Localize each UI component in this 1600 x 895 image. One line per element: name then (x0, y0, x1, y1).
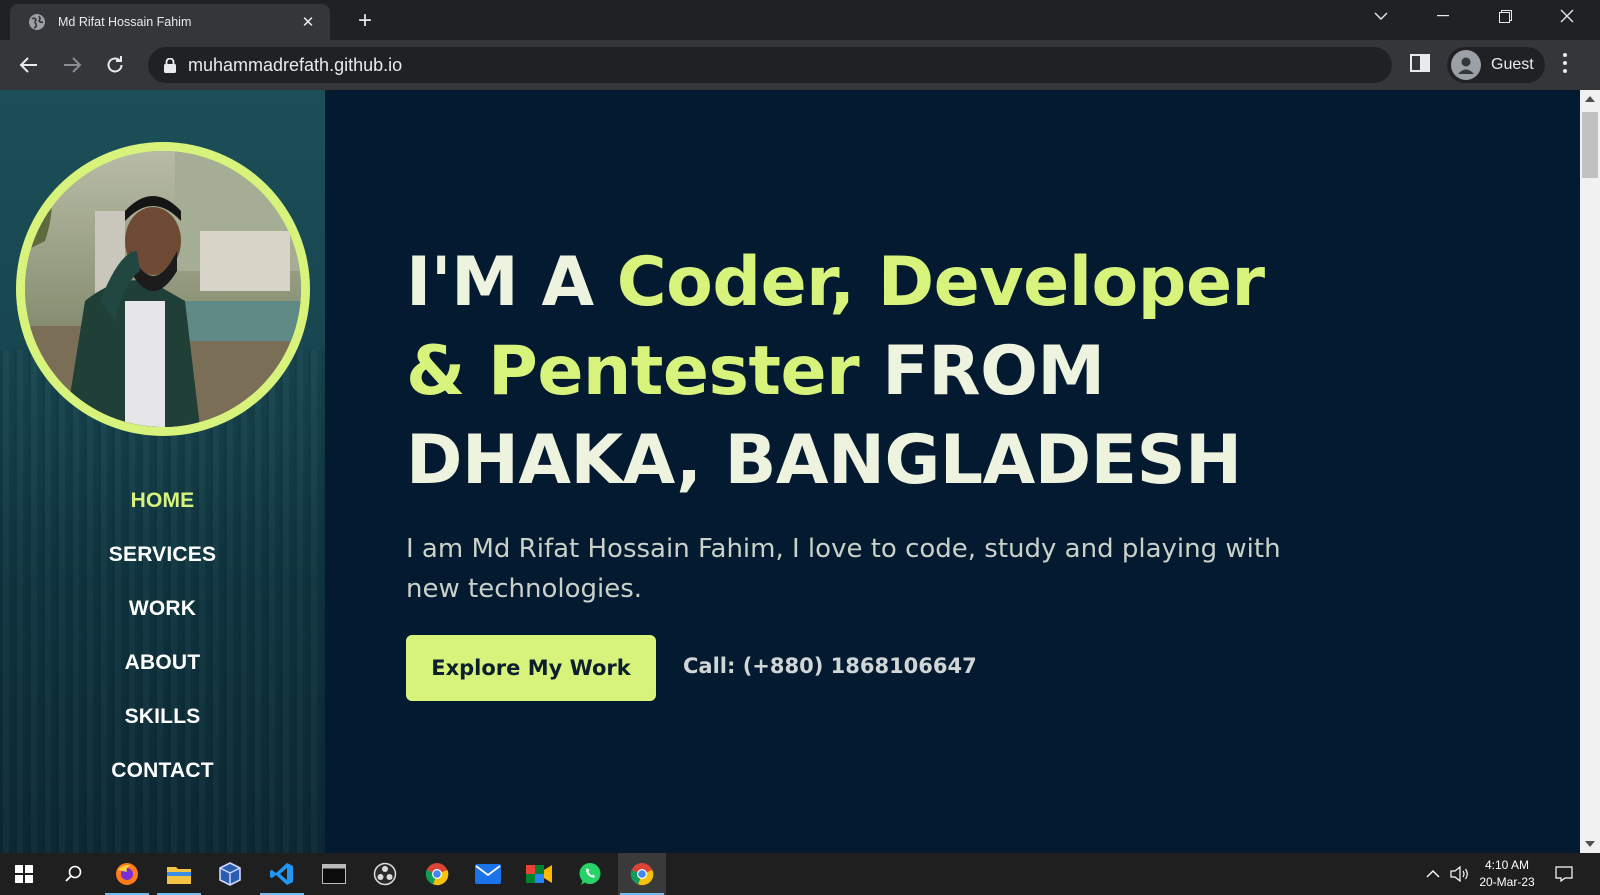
notifications-icon[interactable] (1555, 853, 1573, 895)
url-text: muhammadrefath.github.io (188, 54, 403, 75)
close-tab-icon[interactable]: ✕ (298, 13, 318, 31)
mail-icon[interactable] (464, 853, 512, 895)
browser-tab-strip: Md Rifat Hossain Fahim ✕ + (0, 0, 1600, 40)
restore-icon[interactable] (1482, 0, 1528, 32)
headline-intro: I'M A (406, 243, 617, 322)
forward-icon[interactable] (57, 50, 87, 80)
explore-work-button[interactable]: Explore My Work (406, 635, 656, 701)
chrome-active-icon[interactable] (618, 853, 666, 895)
nav-services[interactable]: SERVICES (0, 539, 325, 593)
terminal-icon[interactable] (310, 853, 358, 895)
search-icon[interactable] (50, 853, 98, 895)
nav-work[interactable]: WORK (0, 593, 325, 647)
web-page: HOME SERVICES WORK ABOUT SKILLS CONTACT … (0, 90, 1580, 853)
nav-contact[interactable]: CONTACT (0, 755, 325, 809)
page-scrollbar[interactable] (1580, 90, 1600, 853)
hero-subtitle: I am Md Rifat Hossain Fahim, I love to c… (406, 534, 1281, 604)
browser-toolbar: muhammadrefath.github.io Guest (0, 40, 1600, 90)
tab-title: Md Rifat Hossain Fahim (58, 15, 192, 29)
sidebar-nav: HOME SERVICES WORK ABOUT SKILLS CONTACT (0, 485, 325, 809)
more-menu-icon[interactable] (1562, 52, 1568, 79)
whatsapp-icon[interactable] (566, 853, 614, 895)
close-window-icon[interactable] (1544, 0, 1590, 32)
file-explorer-icon[interactable] (155, 853, 203, 895)
start-menu-icon[interactable] (0, 853, 48, 895)
nav-about[interactable]: ABOUT (0, 647, 325, 701)
system-clock[interactable]: 4:10 AM 20-Mar-23 (1472, 857, 1542, 891)
clock-time: 4:10 AM (1484, 858, 1530, 872)
nav-home[interactable]: HOME (0, 485, 325, 539)
profile-name: Guest (1491, 56, 1534, 73)
nav-skills[interactable]: SKILLS (0, 701, 325, 755)
hero-actions: Explore My Work Call: (+880) 1868106647 (406, 635, 977, 701)
new-tab-button[interactable]: + (350, 6, 380, 36)
obs-icon[interactable] (361, 853, 409, 895)
scroll-down-icon[interactable] (1585, 841, 1595, 847)
phone-number[interactable]: Call: (+880) 1868106647 (683, 654, 977, 678)
clock-date: 20-Mar-23 (1479, 875, 1535, 889)
sidebar: HOME SERVICES WORK ABOUT SKILLS CONTACT (0, 90, 325, 853)
hero-section: I'M A Coder, Developer & Pentester FROM … (406, 238, 1326, 609)
back-icon[interactable] (14, 50, 44, 80)
minimize-icon[interactable] (1420, 0, 1466, 32)
tab-search-icon[interactable] (1358, 0, 1404, 32)
show-hidden-icons-icon[interactable] (1426, 853, 1440, 895)
guest-avatar-icon (1451, 50, 1481, 80)
meet-icon[interactable] (515, 853, 563, 895)
profile-photo (25, 151, 301, 427)
globe-icon (29, 14, 45, 30)
windows-taskbar: 4:10 AM 20-Mar-23 (0, 853, 1600, 895)
scroll-thumb[interactable] (1582, 112, 1598, 178)
browser-tab[interactable]: Md Rifat Hossain Fahim ✕ (10, 4, 330, 40)
profile-button[interactable]: Guest (1447, 47, 1545, 83)
chrome-icon[interactable] (413, 853, 461, 895)
volume-icon[interactable] (1450, 853, 1470, 895)
lock-icon (164, 57, 176, 73)
profile-photo-frame (16, 142, 310, 436)
vscode-icon[interactable] (258, 853, 306, 895)
firefox-icon[interactable] (103, 853, 151, 895)
virtualbox-icon[interactable] (206, 853, 254, 895)
scroll-up-icon[interactable] (1585, 96, 1595, 102)
side-panel-icon[interactable] (1410, 53, 1430, 78)
address-bar[interactable]: muhammadrefath.github.io (148, 47, 1392, 83)
reload-icon[interactable] (100, 50, 130, 80)
hero-headline: I'M A Coder, Developer & Pentester FROM … (406, 238, 1326, 505)
